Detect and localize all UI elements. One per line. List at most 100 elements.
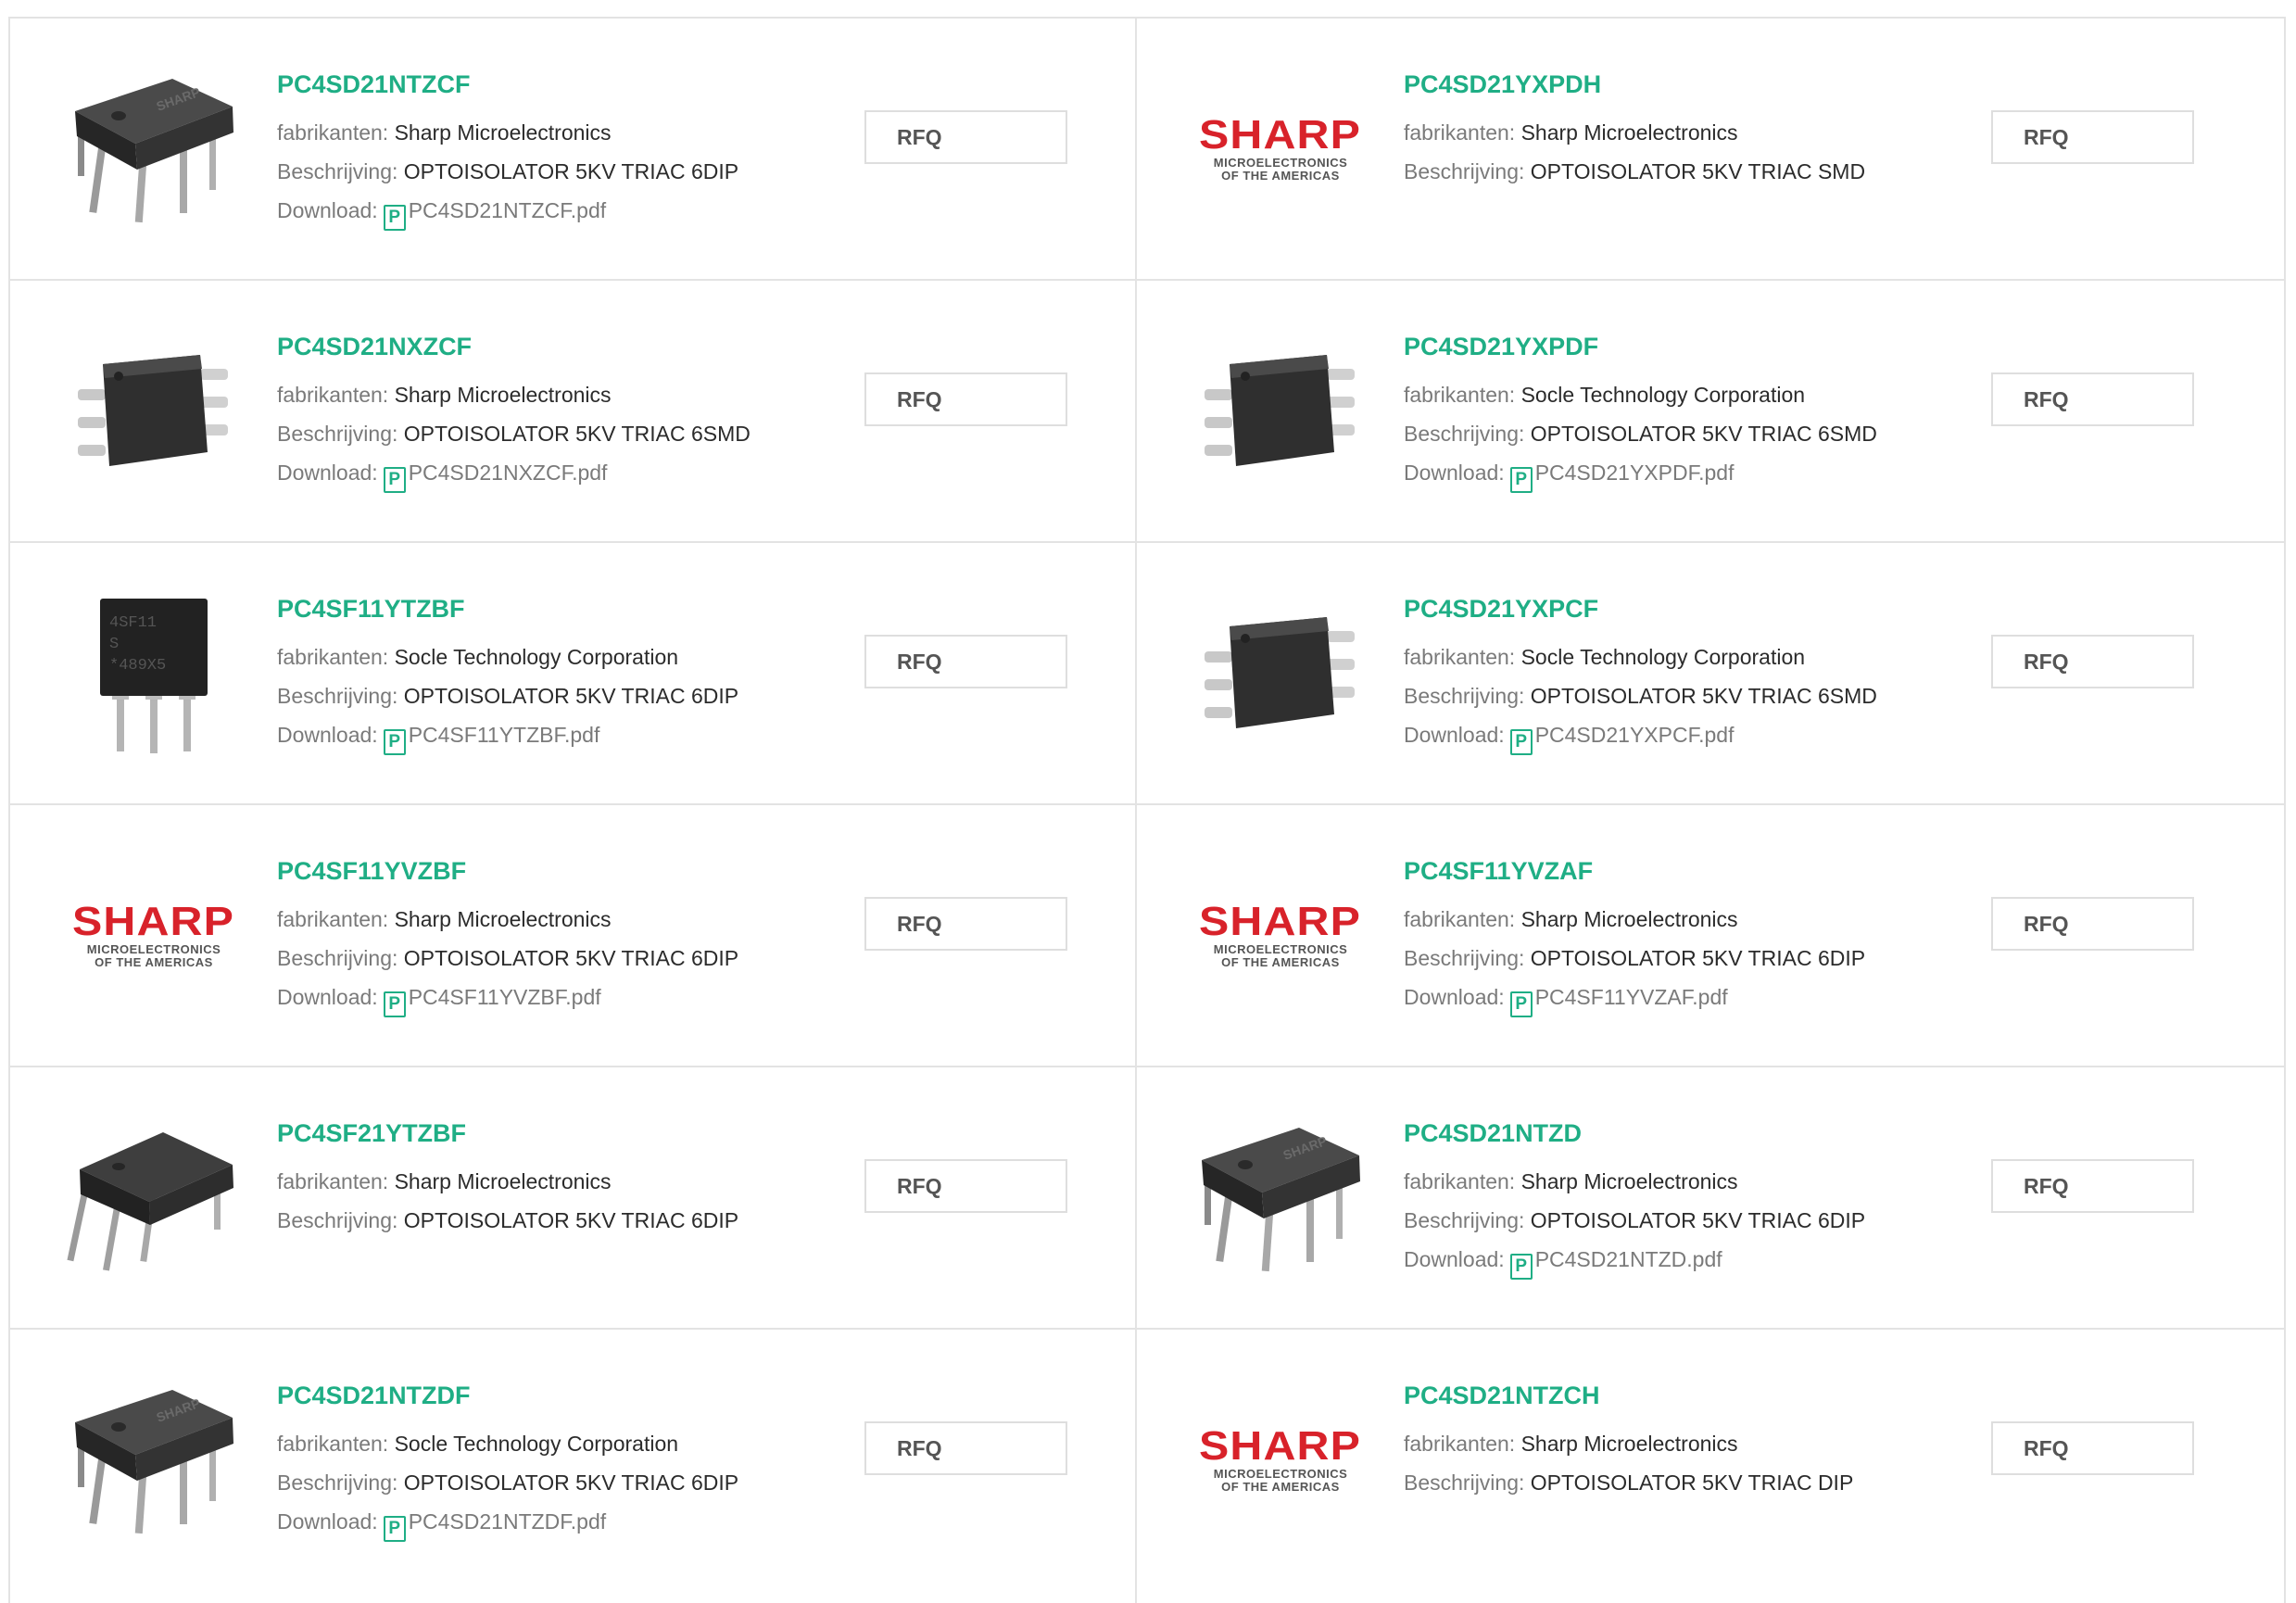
product-title-link[interactable]: PC4SF11YVZBF: [277, 857, 466, 886]
download-label: Download:: [277, 198, 378, 222]
rfq-button[interactable]: RFQ: [1991, 110, 2194, 164]
pdf-icon[interactable]: P: [1509, 467, 1533, 493]
description-value: OPTOISOLATOR 5KV TRIAC 6SMD: [403, 422, 751, 446]
product-card: SHARP PC4SD21NTZCF fabrikanten: Sharp Mic…: [10, 19, 1137, 281]
product-card: SHARP PC4SD21NTZD fabrikanten: Sharp Micr…: [1137, 1067, 2286, 1330]
manufacturer-value: Sharp Microelectronics: [394, 907, 612, 931]
pdf-icon[interactable]: P: [383, 729, 406, 755]
description-line: Beschrijving: OPTOISOLATOR 5KV TRIAC 6DI…: [1404, 944, 1865, 972]
datasheet-link[interactable]: PC4SF11YVZBF.pdf: [409, 985, 601, 1009]
manufacturer-value: Sharp Microelectronics: [394, 1169, 612, 1193]
description-line: Beschrijving: OPTOISOLATOR 5KV TRIAC 6DI…: [277, 158, 738, 185]
sharp-logo-sub1: MICROELECTRONICS: [1213, 1466, 1348, 1481]
rfq-button[interactable]: RFQ: [1991, 1421, 2194, 1475]
rfq-button[interactable]: RFQ: [864, 110, 1067, 164]
smd6-chip-icon[interactable]: [57, 320, 251, 500]
rfq-button[interactable]: RFQ: [864, 897, 1067, 951]
manufacturer-label: fabrikanten:: [277, 1432, 389, 1456]
manufacturer-line: fabrikanten: Sharp Microelectronics: [1404, 905, 1738, 933]
description-label: Beschrijving:: [1404, 1208, 1525, 1232]
svg-text:4SF11: 4SF11: [109, 614, 157, 632]
datasheet-link[interactable]: PC4SD21YXPDF.pdf: [1535, 461, 1735, 485]
download-label: Download:: [277, 723, 378, 747]
sharp-logo-sub2: OF THE AMERICAS: [95, 954, 213, 969]
download-label: Download:: [1404, 461, 1505, 485]
sharp-logo-sub2: OF THE AMERICAS: [1221, 954, 1340, 969]
smd6-chip-icon[interactable]: [1183, 320, 1378, 500]
description-value: OPTOISOLATOR 5KV TRIAC 6DIP: [403, 1470, 739, 1495]
product-title-link[interactable]: PC4SF11YVZAF: [1404, 857, 1593, 886]
pdf-icon[interactable]: P: [1509, 729, 1533, 755]
download-line: Download: P PC4SF11YVZAF.pdf: [1404, 983, 1728, 1017]
sharp-logo-word: SHARP: [72, 898, 235, 944]
product-title-link[interactable]: PC4SD21NTZDF: [277, 1382, 471, 1410]
product-card: SHARP MICROELECTRONICS OF THE AMERICAS PC4S…: [1137, 805, 2286, 1067]
datasheet-link[interactable]: PC4SD21NTZCF.pdf: [409, 198, 606, 222]
rfq-button[interactable]: RFQ: [1991, 897, 2194, 951]
download-label: Download:: [1404, 1247, 1505, 1271]
rfq-button[interactable]: RFQ: [1991, 1159, 2194, 1213]
manufacturer-value: Socle Technology Corporation: [394, 1432, 679, 1456]
datasheet-link[interactable]: PC4SF11YTZBF.pdf: [409, 723, 600, 747]
product-grid: SHARP PC4SD21NTZCF fabrikanten: Sharp Mic…: [8, 17, 2286, 1603]
pdf-icon[interactable]: P: [383, 205, 406, 231]
product-title-link[interactable]: PC4SD21NTZCH: [1404, 1382, 1600, 1410]
dip6-side-chip-icon[interactable]: [57, 1106, 251, 1287]
description-line: Beschrijving: OPTOISOLATOR 5KV TRIAC 6DI…: [277, 944, 738, 972]
description-label: Beschrijving:: [1404, 422, 1525, 446]
pdf-icon[interactable]: P: [1509, 1254, 1533, 1280]
description-value: OPTOISOLATOR 5KV TRIAC 6DIP: [403, 159, 739, 183]
product-title-link[interactable]: PC4SD21NTZCF: [277, 70, 471, 99]
pdf-icon[interactable]: P: [383, 1516, 406, 1542]
pdf-icon[interactable]: P: [383, 467, 406, 493]
description-label: Beschrijving:: [277, 1208, 398, 1232]
manufacturer-label: fabrikanten:: [1404, 120, 1516, 145]
download-line: Download: P PC4SD21NXZCF.pdf: [277, 459, 607, 493]
manufacturer-label: fabrikanten:: [1404, 1169, 1516, 1193]
sharp-logo[interactable]: SHARP MICROELECTRONICS OF THE AMERICAS: [57, 844, 251, 1025]
dip6-front-chip-icon[interactable]: 4SF11 S *489X5: [57, 582, 251, 763]
datasheet-link[interactable]: PC4SD21NXZCF.pdf: [409, 461, 608, 485]
smd6-chip-icon[interactable]: [1183, 582, 1378, 763]
sharp-logo[interactable]: SHARP MICROELECTRONICS OF THE AMERICAS: [1183, 844, 1378, 1025]
rfq-button[interactable]: RFQ: [864, 635, 1067, 688]
manufacturer-value: Sharp Microelectronics: [1520, 120, 1738, 145]
rfq-button[interactable]: RFQ: [1991, 635, 2194, 688]
description-label: Beschrijving:: [277, 946, 398, 970]
product-title-link[interactable]: PC4SD21YXPDF: [1404, 333, 1598, 361]
datasheet-link[interactable]: PC4SD21NTZD.pdf: [1535, 1247, 1722, 1271]
sharp-logo-word: SHARP: [1199, 1422, 1362, 1469]
pdf-icon[interactable]: P: [1509, 991, 1533, 1017]
product-title-link[interactable]: PC4SD21YXPDH: [1404, 70, 1601, 99]
rfq-button[interactable]: RFQ: [864, 1159, 1067, 1213]
dip6-chip-icon[interactable]: SHARP: [1183, 1106, 1378, 1287]
description-line: Beschrijving: OPTOISOLATOR 5KV TRIAC DIP: [1404, 1469, 1853, 1496]
manufacturer-line: fabrikanten: Sharp Microelectronics: [1404, 119, 1738, 146]
datasheet-link[interactable]: PC4SD21NTZDF.pdf: [409, 1509, 606, 1534]
description-value: OPTOISOLATOR 5KV TRIAC 6DIP: [403, 1208, 739, 1232]
sharp-logo[interactable]: SHARP MICROELECTRONICS OF THE AMERICAS: [1183, 1369, 1378, 1549]
download-line: Download: P PC4SD21NTZD.pdf: [1404, 1245, 1722, 1280]
product-title-link[interactable]: PC4SD21NTZD: [1404, 1119, 1582, 1148]
rfq-button[interactable]: RFQ: [864, 1421, 1067, 1475]
sharp-logo-sub2: OF THE AMERICAS: [1221, 168, 1340, 183]
description-line: Beschrijving: OPTOISOLATOR 5KV TRIAC 6DI…: [277, 1206, 738, 1234]
product-title-link[interactable]: PC4SF11YTZBF: [277, 595, 465, 624]
description-line: Beschrijving: OPTOISOLATOR 5KV TRIAC 6SM…: [1404, 682, 1877, 710]
sharp-logo[interactable]: SHARP MICROELECTRONICS OF THE AMERICAS: [1183, 57, 1378, 238]
rfq-button[interactable]: RFQ: [864, 372, 1067, 426]
datasheet-link[interactable]: PC4SD21YXPCF.pdf: [1535, 723, 1735, 747]
manufacturer-label: fabrikanten:: [277, 907, 389, 931]
product-card: PC4SF21YTZBF fabrikanten: Sharp Microelec…: [10, 1067, 1137, 1330]
dip6-chip-icon[interactable]: SHARP: [57, 57, 251, 238]
description-label: Beschrijving:: [277, 684, 398, 708]
product-title-link[interactable]: PC4SF21YTZBF: [277, 1119, 466, 1148]
product-title-link[interactable]: PC4SD21YXPCF: [1404, 595, 1598, 624]
datasheet-link[interactable]: PC4SF11YVZAF.pdf: [1535, 985, 1728, 1009]
rfq-button[interactable]: RFQ: [1991, 372, 2194, 426]
pdf-icon[interactable]: P: [383, 991, 406, 1017]
product-title-link[interactable]: PC4SD21NXZCF: [277, 333, 472, 361]
manufacturer-line: fabrikanten: Socle Technology Corporatio…: [1404, 381, 1805, 409]
dip6-chip-icon[interactable]: SHARP: [57, 1369, 251, 1549]
manufacturer-label: fabrikanten:: [277, 1169, 389, 1193]
